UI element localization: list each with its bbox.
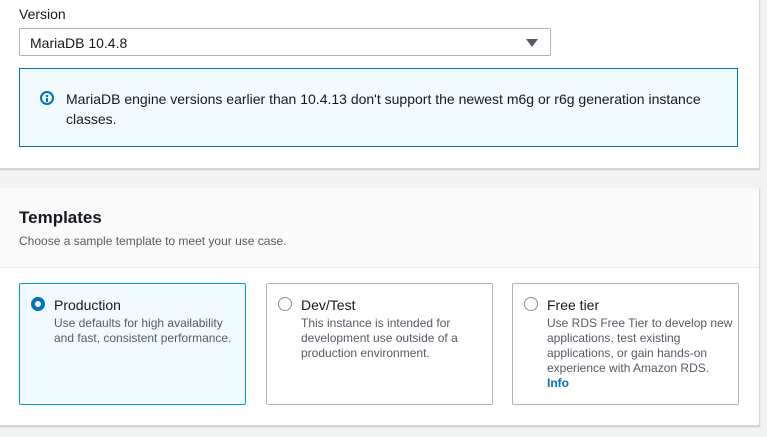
version-select-value: MariaDB 10.4.8 xyxy=(30,35,128,51)
production-radio[interactable] xyxy=(31,297,45,311)
templates-panel: Templates Choose a sample template to me… xyxy=(0,188,760,426)
templates-description: Choose a sample template to meet your us… xyxy=(19,234,287,248)
template-description: This instance is intended for developmen… xyxy=(301,316,458,360)
engine-options-panel: Version MariaDB 10.4.8 MariaDB engine ve… xyxy=(0,0,760,169)
template-title: Dev/Test xyxy=(301,297,356,313)
template-description: Use RDS Free Tier to develop new applica… xyxy=(547,316,733,375)
template-description-wrapper: Use RDS Free Tier to develop new applica… xyxy=(547,316,733,391)
templates-header: Templates Choose a sample template to me… xyxy=(0,188,759,268)
version-label: Version xyxy=(19,6,66,22)
template-title: Production xyxy=(54,297,121,313)
version-select[interactable]: MariaDB 10.4.8 xyxy=(19,28,551,56)
caret-down-icon xyxy=(526,39,538,47)
template-tile-production[interactable]: Production Use defaults for high availab… xyxy=(19,283,246,405)
info-icon xyxy=(40,91,54,105)
info-alert-text: MariaDB engine versions earlier than 10.… xyxy=(66,91,701,127)
template-description: Use defaults for high availability and f… xyxy=(54,316,232,345)
info-alert: MariaDB engine versions earlier than 10.… xyxy=(19,68,738,147)
dev-test-radio[interactable] xyxy=(278,297,292,311)
template-tile-dev-test[interactable]: Dev/Test This instance is intended for d… xyxy=(266,283,493,405)
template-title: Free tier xyxy=(547,297,600,313)
info-link[interactable]: Info xyxy=(547,376,733,391)
free-tier-radio[interactable] xyxy=(524,297,538,311)
templates-title: Templates xyxy=(19,208,102,227)
template-tile-free-tier[interactable]: Free tier Use RDS Free Tier to develop n… xyxy=(512,283,739,405)
